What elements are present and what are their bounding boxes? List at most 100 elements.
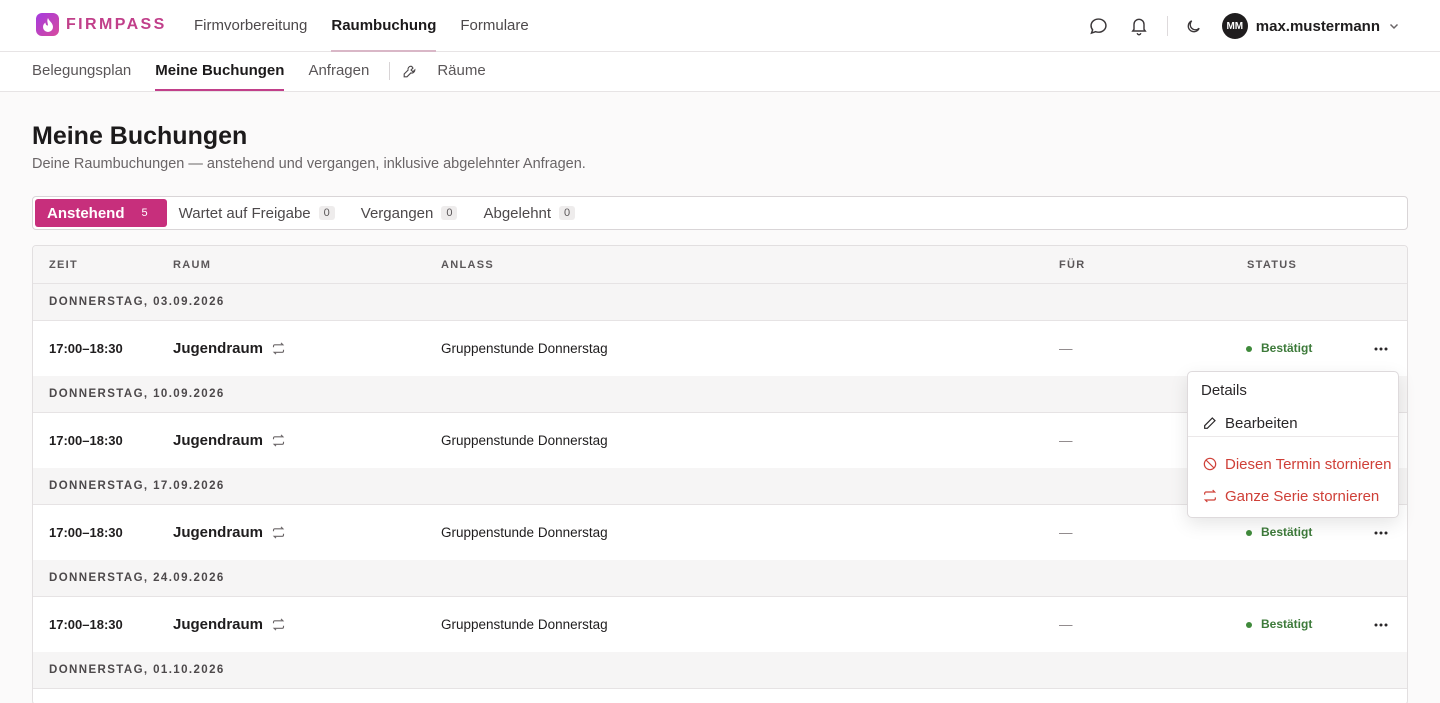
booking-time: 17:00–18:30: [49, 433, 123, 448]
more-icon[interactable]: [1373, 321, 1389, 376]
logo-icon: [36, 13, 59, 36]
tab-label: Wartet auf Freigabe: [178, 204, 311, 222]
subnav-divider: [389, 62, 391, 80]
group-date: DONNERSTAG, 01.10.2026: [49, 664, 225, 676]
tab-count: 0: [441, 206, 458, 220]
chat-icon[interactable]: [1087, 14, 1111, 38]
wrench-icon: [402, 52, 417, 91]
booking-for: —: [1059, 617, 1073, 632]
ban-icon: [1201, 455, 1219, 473]
nav-formulare[interactable]: Formulare: [460, 0, 528, 52]
menu-item-label: Diesen Termin stornieren: [1225, 455, 1392, 473]
brand-name: FIRMPASS: [66, 15, 167, 33]
tab-label: Anstehend: [47, 204, 125, 222]
tab-wartet-auf-freigabe[interactable]: Wartet auf Freigabe 0: [167, 199, 349, 227]
status-badge: Bestätigt: [1246, 597, 1312, 652]
tab-count: 5: [141, 207, 148, 219]
subnav-raeume[interactable]: Räume: [437, 52, 485, 91]
header-divider: [1166, 16, 1168, 36]
tab-label: Vergangen: [360, 204, 434, 222]
group-date: DONNERSTAG, 17.09.2026: [49, 480, 225, 492]
booking-room: Jugendraum: [173, 597, 286, 652]
tab-count: 0: [318, 206, 335, 220]
booking-purpose: Gruppenstunde Donnerstag: [441, 525, 608, 540]
booking-time: 17:00–18:30: [49, 341, 123, 356]
status-label: Bestätigt: [1261, 341, 1313, 355]
status-badge: Bestätigt: [1246, 321, 1312, 376]
repeat-icon: [1201, 487, 1219, 505]
more-icon[interactable]: [1373, 597, 1389, 652]
booking-time: 17:00–18:30: [49, 617, 123, 632]
subnav-meine-buchungen[interactable]: Meine Buchungen: [155, 52, 285, 91]
booking-purpose: Gruppenstunde Donnerstag: [441, 617, 608, 632]
date-group-header: DONNERSTAG, 03.09.2026: [33, 284, 1407, 321]
nav-firmvorbereitung[interactable]: Firmvorbereitung: [194, 0, 307, 52]
menu-item-cancel-one[interactable]: Diesen Termin stornieren: [1201, 455, 1391, 473]
room-name: Jugendraum: [173, 524, 264, 541]
booking-room: Jugendraum: [173, 321, 286, 376]
status-label: Bestätigt: [1261, 617, 1313, 631]
page-title: Meine Buchungen: [32, 122, 248, 150]
tab-abgelehnt[interactable]: Abgelehnt 0: [471, 199, 589, 227]
menu-item-details[interactable]: Details: [1201, 382, 1247, 399]
menu-item-edit[interactable]: Bearbeiten: [1201, 414, 1298, 432]
status-dot: [1246, 345, 1252, 352]
subnav-anfragen[interactable]: Anfragen: [308, 52, 369, 91]
group-date: DONNERSTAG, 03.09.2026: [49, 296, 225, 308]
room-name: Jugendraum: [173, 616, 264, 633]
col-header-for: FÜR: [1059, 259, 1086, 271]
booking-for: —: [1059, 433, 1073, 448]
repeat-icon: [271, 433, 286, 448]
pencil-icon: [1201, 414, 1219, 432]
sub-nav: Belegungsplan Meine Buchungen Anfragen R…: [0, 52, 1440, 92]
moon-icon[interactable]: [1182, 14, 1206, 38]
booking-purpose: Gruppenstunde Donnerstag: [441, 341, 608, 356]
tab-label: Abgelehnt: [483, 204, 552, 222]
tab-count: 0: [559, 206, 576, 220]
menu-divider: [1188, 436, 1398, 437]
chevron-down-icon: [1388, 20, 1400, 32]
col-header-room: RAUM: [173, 259, 212, 271]
group-date: DONNERSTAG, 10.09.2026: [49, 388, 225, 400]
filter-tabs: Anstehend 5 Wartet auf Freigabe 0 Vergan…: [32, 196, 1408, 230]
booking-purpose: Gruppenstunde Donnerstag: [441, 433, 608, 448]
status-dot: [1246, 529, 1252, 536]
avatar: MM: [1221, 13, 1248, 39]
username: max.mustermann: [1255, 17, 1380, 35]
brand-logo[interactable]: FIRMPASS: [36, 13, 167, 36]
table-row[interactable]: 17:00–18:30 Jugendraum Gruppenstunde Don…: [33, 321, 1407, 376]
table-header: ZEIT RAUM ANLASS FÜR STATUS: [33, 246, 1407, 284]
top-bar: FIRMPASS Firmvorbereitung Raumbuchung Fo…: [0, 0, 1440, 52]
bell-icon[interactable]: [1127, 14, 1151, 38]
booking-room: Jugendraum: [173, 505, 286, 560]
repeat-icon: [271, 617, 286, 632]
top-right-actions: MM max.mustermann: [1087, 0, 1400, 52]
subnav-belegungsplan[interactable]: Belegungsplan: [32, 52, 131, 91]
group-date: DONNERSTAG, 24.09.2026: [49, 572, 225, 584]
repeat-icon: [271, 525, 286, 540]
menu-item-label: Details: [1201, 382, 1247, 399]
main-nav: Firmvorbereitung Raumbuchung Formulare: [194, 0, 553, 52]
status-dot: [1246, 621, 1252, 628]
booking-for: —: [1059, 525, 1073, 540]
booking-for: —: [1059, 341, 1073, 356]
booking-room: Jugendraum: [173, 413, 286, 468]
table-row[interactable]: 17:00–18:30 Jugendraum Gruppenstunde Don…: [33, 597, 1407, 652]
repeat-icon: [271, 341, 286, 356]
date-group-header: DONNERSTAG, 01.10.2026: [33, 652, 1407, 689]
page-subtitle: Deine Raumbuchungen — anstehend und verg…: [32, 156, 586, 172]
room-name: Jugendraum: [173, 432, 264, 449]
menu-item-label: Bearbeiten: [1225, 414, 1298, 432]
col-header-status: STATUS: [1247, 259, 1298, 271]
user-menu[interactable]: MM max.mustermann: [1206, 13, 1400, 39]
col-header-time: ZEIT: [49, 259, 79, 271]
menu-item-label: Ganze Serie stornieren: [1225, 487, 1380, 505]
col-header-purpose: ANLASS: [441, 259, 495, 271]
room-name: Jugendraum: [173, 340, 264, 357]
tab-anstehend[interactable]: Anstehend 5: [35, 199, 167, 227]
booking-time: 17:00–18:30: [49, 525, 123, 540]
date-group-header: DONNERSTAG, 24.09.2026: [33, 560, 1407, 597]
tab-vergangen[interactable]: Vergangen 0: [349, 199, 472, 227]
nav-raumbuchung[interactable]: Raumbuchung: [331, 0, 437, 52]
menu-item-cancel-series[interactable]: Ganze Serie stornieren: [1201, 487, 1379, 505]
